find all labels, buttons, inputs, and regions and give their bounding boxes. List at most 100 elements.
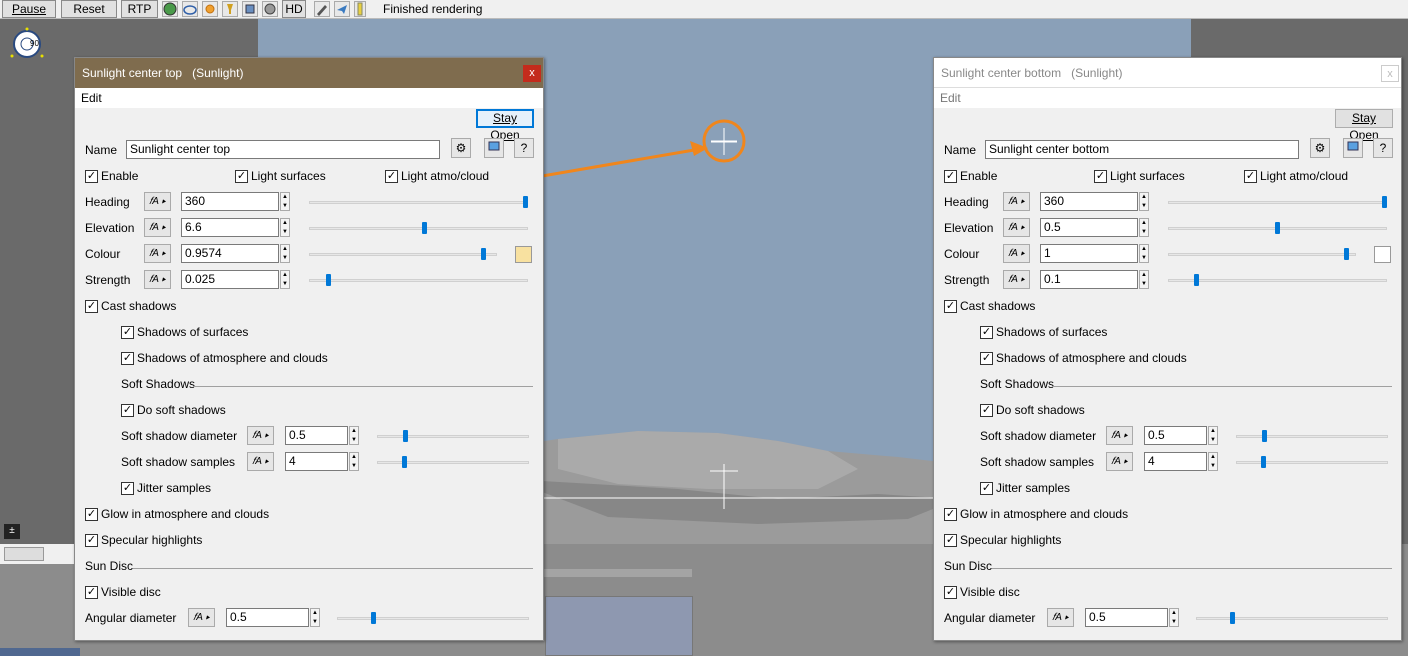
help-icon[interactable]: ?: [1373, 138, 1393, 158]
colour-animate-button[interactable]: 𝑓A ▸: [1003, 244, 1030, 263]
soft-shadow-samples-spinner[interactable]: ▲ ▼: [349, 452, 359, 471]
visible-disc-checkbox[interactable]: ✓: [85, 586, 98, 599]
colour-swatch[interactable]: [515, 246, 532, 263]
angular-diameter-slider-thumb[interactable]: [370, 612, 376, 624]
soft-shadow-diameter-slider-track[interactable]: [1236, 435, 1388, 438]
colour-input[interactable]: 1: [1040, 244, 1138, 263]
elevation-input[interactable]: 0.5: [1040, 218, 1138, 237]
strength-slider-track[interactable]: [1168, 279, 1387, 282]
light-surfaces-checkbox[interactable]: ✓: [235, 170, 248, 183]
colour-input[interactable]: 0.9574: [181, 244, 279, 263]
gear-icon[interactable]: ⚙: [1310, 138, 1330, 158]
soft-shadow-samples-slider-thumb[interactable]: [401, 456, 407, 468]
shadows-of-atmosphere-checkbox[interactable]: ✓: [121, 352, 134, 365]
colour-slider-track[interactable]: [309, 253, 497, 256]
cast-shadows-checkbox[interactable]: ✓: [944, 300, 957, 313]
heading-spinner[interactable]: ▲ ▼: [1139, 192, 1149, 211]
glow-in-atmosphere-checkbox[interactable]: ✓: [944, 508, 957, 521]
colour-slider-track[interactable]: [1168, 253, 1356, 256]
soft-shadow-diameter-input[interactable]: 0.5: [1144, 426, 1207, 445]
soft-shadow-samples-animate-button[interactable]: 𝑓A ▸: [247, 452, 274, 471]
shadows-of-surfaces-checkbox[interactable]: ✓: [980, 326, 993, 339]
name-input[interactable]: Sunlight center bottom: [985, 140, 1299, 159]
soft-shadow-diameter-animate-button[interactable]: 𝑓A ▸: [247, 426, 274, 445]
specular-highlights-checkbox[interactable]: ✓: [944, 534, 957, 547]
do-soft-shadows-checkbox[interactable]: ✓: [980, 404, 993, 417]
strength-slider-thumb[interactable]: [1193, 274, 1199, 286]
strength-animate-button[interactable]: 𝑓A ▸: [1003, 270, 1030, 289]
heading-input[interactable]: 360: [181, 192, 279, 211]
shadows-of-atmosphere-checkbox[interactable]: ✓: [980, 352, 993, 365]
elevation-slider-thumb[interactable]: [422, 222, 428, 234]
elevation-animate-button[interactable]: 𝑓A ▸: [1003, 218, 1030, 237]
soft-shadow-diameter-slider-track[interactable]: [377, 435, 529, 438]
light-atmo-cloud-checkbox[interactable]: ✓: [385, 170, 398, 183]
heading-input[interactable]: 360: [1040, 192, 1138, 211]
jitter-samples-checkbox[interactable]: ✓: [980, 482, 993, 495]
elevation-slider-thumb[interactable]: [1275, 222, 1280, 234]
angular-diameter-slider-track[interactable]: [1196, 617, 1388, 620]
heading-animate-button[interactable]: 𝑓A ▸: [1003, 192, 1030, 211]
stay-open-button[interactable]: Stay Open: [476, 109, 534, 142]
angular-diameter-slider-track[interactable]: [337, 617, 529, 620]
panel-titlebar[interactable]: Sunlight center top (Sunlight) x: [75, 58, 543, 88]
name-input[interactable]: Sunlight center top: [126, 140, 440, 159]
elevation-slider-track[interactable]: [309, 227, 528, 230]
elevation-spinner[interactable]: ▲ ▼: [1139, 218, 1149, 237]
strength-slider-thumb[interactable]: [326, 274, 332, 286]
elevation-input[interactable]: 6.6: [181, 218, 279, 237]
heading-animate-button[interactable]: 𝑓A ▸: [144, 192, 171, 211]
preview-icon[interactable]: [1343, 138, 1363, 158]
enable-checkbox[interactable]: ✓: [85, 170, 98, 183]
soft-shadow-diameter-slider-thumb[interactable]: [1262, 430, 1268, 442]
heading-slider-thumb[interactable]: [523, 196, 528, 208]
edit-menu[interactable]: Edit: [81, 91, 102, 105]
angular-diameter-slider-thumb[interactable]: [1229, 612, 1235, 624]
soft-shadow-samples-slider-thumb[interactable]: [1260, 456, 1266, 468]
angular-diameter-animate-button[interactable]: 𝑓A ▸: [1047, 608, 1074, 627]
soft-shadow-samples-input[interactable]: 4: [1144, 452, 1207, 471]
heading-spinner[interactable]: ▲ ▼: [280, 192, 290, 211]
soft-shadow-diameter-spinner[interactable]: ▲ ▼: [1208, 426, 1218, 445]
light-atmo-cloud-checkbox[interactable]: ✓: [1244, 170, 1257, 183]
angular-diameter-animate-button[interactable]: 𝑓A ▸: [188, 608, 215, 627]
soft-shadow-samples-slider-track[interactable]: [1236, 461, 1388, 464]
shadows-of-surfaces-checkbox[interactable]: ✓: [121, 326, 134, 339]
colour-animate-button[interactable]: 𝑓A ▸: [144, 244, 171, 263]
soft-shadow-samples-slider-track[interactable]: [377, 461, 529, 464]
strength-animate-button[interactable]: 𝑓A ▸: [144, 270, 171, 289]
strength-slider-track[interactable]: [309, 279, 528, 282]
panel-titlebar[interactable]: Sunlight center bottom (Sunlight) x: [934, 58, 1401, 88]
colour-spinner[interactable]: ▲ ▼: [280, 244, 290, 263]
soft-shadow-diameter-slider-thumb[interactable]: [403, 430, 409, 442]
cast-shadows-checkbox[interactable]: ✓: [85, 300, 98, 313]
soft-shadow-diameter-spinner[interactable]: ▲ ▼: [349, 426, 359, 445]
visible-disc-checkbox[interactable]: ✓: [944, 586, 957, 599]
glow-in-atmosphere-checkbox[interactable]: ✓: [85, 508, 98, 521]
stay-open-button[interactable]: Stay Open: [1335, 109, 1393, 142]
enable-checkbox[interactable]: ✓: [944, 170, 957, 183]
heading-slider-thumb[interactable]: [1382, 196, 1387, 208]
light-surfaces-checkbox[interactable]: ✓: [1094, 170, 1107, 183]
soft-shadow-diameter-input[interactable]: 0.5: [285, 426, 348, 445]
angular-diameter-spinner[interactable]: ▲ ▼: [1169, 608, 1179, 627]
elevation-animate-button[interactable]: 𝑓A ▸: [144, 218, 171, 237]
specular-highlights-checkbox[interactable]: ✓: [85, 534, 98, 547]
soft-shadow-samples-animate-button[interactable]: 𝑓A ▸: [1106, 452, 1133, 471]
colour-slider-thumb[interactable]: [481, 248, 487, 260]
heading-slider-track[interactable]: [1168, 201, 1387, 204]
edit-menu[interactable]: Edit: [940, 91, 961, 105]
close-button[interactable]: x: [1381, 65, 1399, 82]
angular-diameter-input[interactable]: 0.5: [226, 608, 309, 627]
soft-shadow-diameter-animate-button[interactable]: 𝑓A ▸: [1106, 426, 1133, 445]
jitter-samples-checkbox[interactable]: ✓: [121, 482, 134, 495]
do-soft-shadows-checkbox[interactable]: ✓: [121, 404, 134, 417]
strength-input[interactable]: 0.025: [181, 270, 279, 289]
preview-icon[interactable]: [484, 138, 504, 158]
angular-diameter-input[interactable]: 0.5: [1085, 608, 1168, 627]
colour-spinner[interactable]: ▲ ▼: [1139, 244, 1149, 263]
strength-spinner[interactable]: ▲ ▼: [280, 270, 290, 289]
strength-input[interactable]: 0.1: [1040, 270, 1138, 289]
soft-shadow-samples-input[interactable]: 4: [285, 452, 348, 471]
colour-swatch[interactable]: [1374, 246, 1391, 263]
